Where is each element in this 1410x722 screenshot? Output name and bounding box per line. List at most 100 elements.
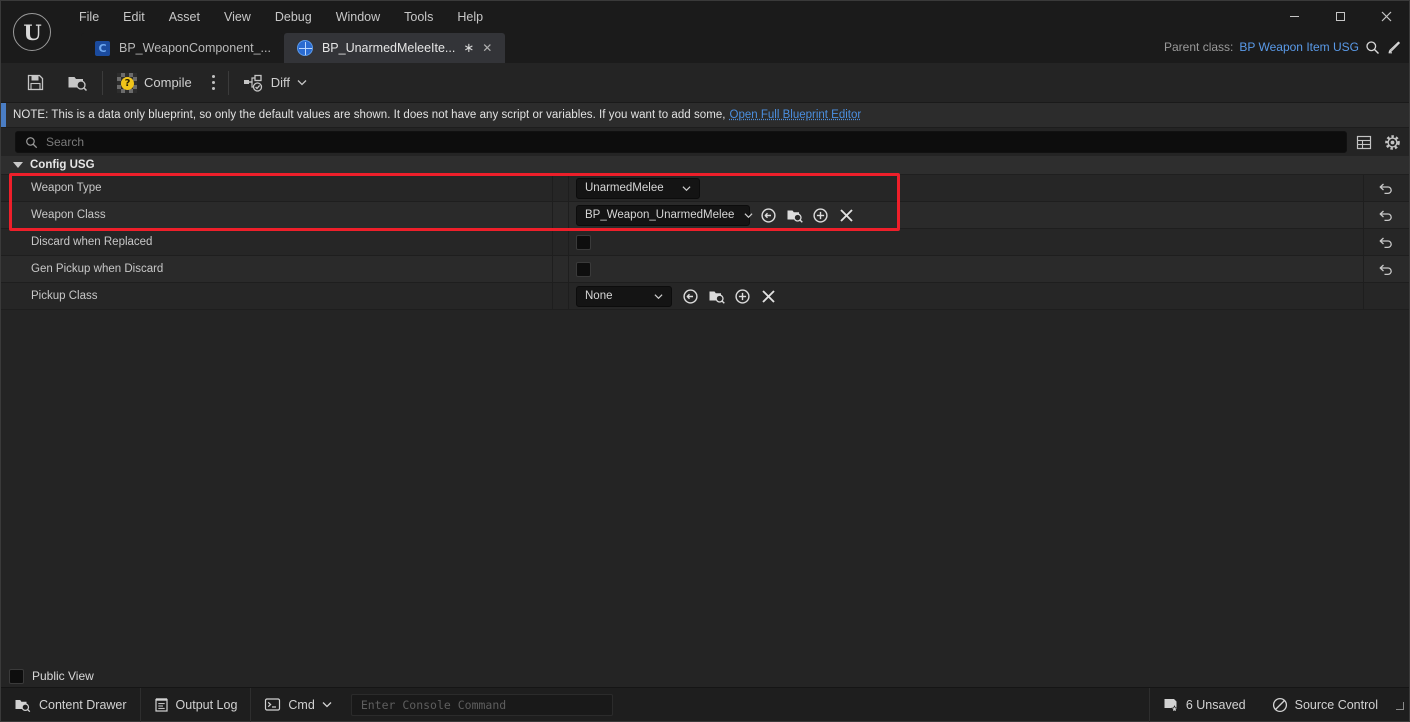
tab-bp-unarmedmeleeitem[interactable]: BP_UnarmedMeleeIte... ∗ ✕ [283,33,506,63]
property-label: Discard when Replaced [1,229,553,255]
clear-asset-icon[interactable] [759,287,778,306]
chevron-down-icon [13,162,23,168]
table-row[interactable]: Pickup Class None [1,283,1409,310]
property-value-cell [569,256,1363,282]
property-list: Weapon Type UnarmedMelee Weapon Class BP… [1,173,1409,665]
search-input[interactable]: Search [15,131,1347,153]
source-control-off-icon [1272,697,1288,713]
folder-search-icon [67,73,88,92]
pickup-class-dropdown[interactable]: None [576,285,672,307]
table-row[interactable]: Gen Pickup when Discard [1,256,1409,283]
property-label: Gen Pickup when Discard [1,256,553,282]
table-row[interactable]: Weapon Type UnarmedMelee [1,175,1409,202]
property-splitter[interactable] [553,256,569,282]
dropdown-value: BP_Weapon_UnarmedMelee [585,209,735,221]
category-header-config-usg[interactable]: Config USG [1,156,1409,175]
clear-asset-icon[interactable] [837,206,856,225]
menu-item-help[interactable]: Help [445,6,495,28]
source-control-button[interactable]: Source Control [1259,688,1391,722]
property-value-cell [569,229,1363,255]
property-splitter[interactable] [553,202,569,228]
browse-to-asset-icon[interactable] [707,287,726,306]
chevron-down-icon [682,184,691,193]
unsaved-assets-button[interactable]: 6 Unsaved [1150,688,1259,722]
use-selected-asset-icon[interactable] [759,206,778,225]
property-label: Weapon Type [1,175,553,201]
blueprint-component-icon: C [94,40,111,57]
weapon-class-dropdown[interactable]: BP_Weapon_UnarmedMelee [576,204,753,226]
search-icon[interactable] [1365,40,1380,55]
close-button[interactable] [1363,1,1409,32]
asset-actions [681,287,778,306]
menu-item-tools[interactable]: Tools [392,6,445,28]
property-splitter[interactable] [553,229,569,255]
status-bar: Content Drawer Output Log Cmd Enter Cons… [1,687,1409,722]
table-row[interactable]: Discard when Replaced [1,229,1409,256]
content-drawer-label: Content Drawer [39,697,127,712]
public-view-checkbox[interactable] [9,668,24,684]
output-log-button[interactable]: Output Log [141,688,251,722]
browse-to-asset-icon[interactable] [785,206,804,225]
diff-icon [243,74,264,92]
parent-class-link[interactable]: BP Weapon Item USG [1239,40,1359,54]
new-asset-icon[interactable] [811,206,830,225]
open-full-blueprint-editor-link[interactable]: Open Full Blueprint Editor [730,109,862,121]
tab-close-icon[interactable]: ✕ [482,41,492,55]
weapon-type-dropdown[interactable]: UnarmedMelee [576,177,700,199]
category-label: Config USG [30,159,95,171]
menu-item-edit[interactable]: Edit [111,6,157,28]
details-search-row: Search [1,128,1409,156]
source-control-label: Source Control [1294,697,1378,712]
diff-button[interactable]: Diff [234,67,316,99]
search-placeholder: Search [46,135,85,149]
parent-class-bar: Parent class: BP Weapon Item USG [1164,34,1401,60]
output-log-icon [154,697,169,713]
dropdown-value: UnarmedMelee [585,182,664,194]
details-panel: Search Config USG Weapon Type UnarmedMel… [1,128,1409,687]
compile-options-button[interactable] [205,67,223,99]
property-splitter[interactable] [553,283,569,309]
maximize-button[interactable] [1317,1,1363,32]
tab-bp-weaponcomponent[interactable]: C BP_WeaponComponent_... [81,33,284,63]
search-icon [25,136,38,149]
tab-dirty-indicator: ∗ [463,40,475,55]
revert-to-default-button[interactable] [1363,175,1409,201]
discard-when-replaced-checkbox[interactable] [576,234,591,250]
table-row[interactable]: Weapon Class BP_Weapon_UnarmedMelee [1,202,1409,229]
gen-pickup-when-discard-checkbox[interactable] [576,261,591,277]
compile-button[interactable]: ? Compile [108,67,201,99]
menu-item-debug[interactable]: Debug [263,6,324,28]
revert-to-default-button[interactable] [1363,202,1409,228]
menu-bar: File Edit Asset View Debug Window Tools … [63,1,1409,32]
use-selected-asset-icon[interactable] [681,287,700,306]
revert-to-default-button[interactable] [1363,256,1409,282]
public-view-label: Public View [32,669,94,683]
tab-label: BP_WeaponComponent_... [119,41,271,55]
console-command-input[interactable]: Enter Console Command [350,693,613,716]
menu-item-asset[interactable]: Asset [157,6,212,28]
gear-icon[interactable] [1381,131,1403,153]
toolbar-divider-2 [227,70,229,95]
pencil-icon[interactable] [1386,40,1401,55]
unreal-blueprint-editor-window: U File Edit Asset View Debug Window Tool… [0,0,1410,722]
minimize-button[interactable] [1271,1,1317,32]
menu-item-window[interactable]: Window [324,6,392,28]
tab-label: BP_UnarmedMeleeIte... [321,41,456,55]
property-splitter[interactable] [553,175,569,201]
table-columns-icon[interactable] [1353,131,1375,153]
chevron-down-icon [297,79,307,86]
toolbar-divider [102,70,103,95]
diff-label: Diff [270,75,290,90]
unsaved-label: 6 Unsaved [1185,697,1246,712]
menu-item-file[interactable]: File [67,6,111,28]
property-value-cell: UnarmedMelee [569,175,1363,201]
window-resize-grip[interactable] [1393,699,1405,711]
revert-to-default-button[interactable] [1363,229,1409,255]
save-button[interactable] [17,67,54,99]
cmd-button[interactable]: Cmd [251,688,344,722]
console-placeholder: Enter Console Command [360,697,507,712]
browse-asset-button[interactable] [58,67,97,99]
new-asset-icon[interactable] [733,287,752,306]
content-drawer-button[interactable]: Content Drawer [1,688,140,722]
menu-item-view[interactable]: View [212,6,263,28]
